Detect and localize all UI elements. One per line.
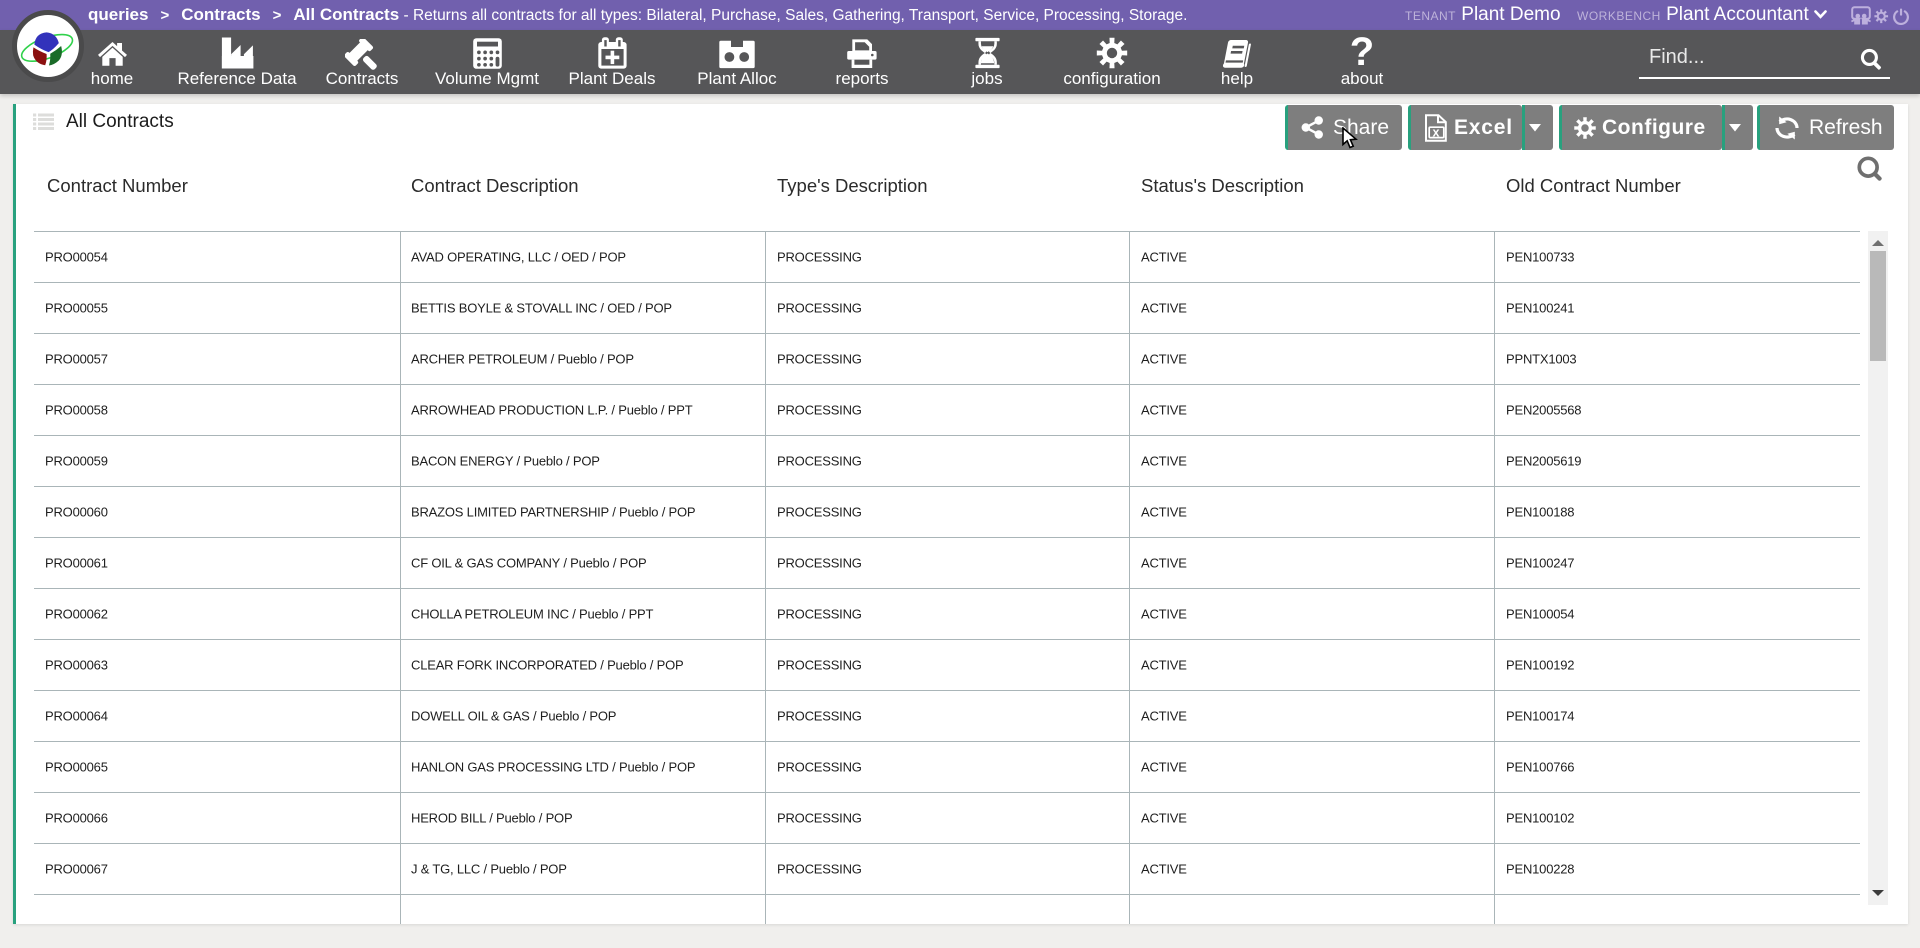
- svg-text:x: x: [1433, 125, 1441, 139]
